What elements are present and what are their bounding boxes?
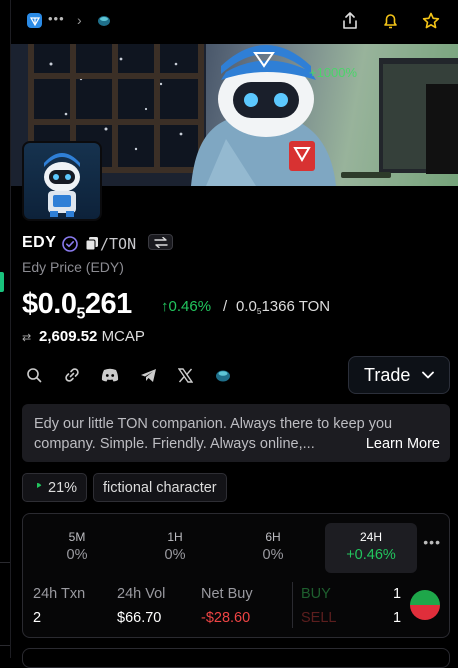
active-indicator xyxy=(0,272,4,292)
x-icon[interactable] xyxy=(176,366,194,384)
category-tag[interactable]: fictional character xyxy=(93,473,227,502)
discord-icon[interactable] xyxy=(101,366,119,384)
token-mini-icon[interactable] xyxy=(214,366,232,384)
tag-label: fictional character xyxy=(103,479,217,496)
token-mini-icon[interactable] xyxy=(97,14,111,27)
share-icon[interactable] xyxy=(339,10,361,32)
link-icon[interactable] xyxy=(63,366,81,384)
net-buy-label: Net Buy xyxy=(201,586,253,602)
star-icon[interactable] xyxy=(420,10,442,32)
edge-divider xyxy=(0,645,10,646)
progress-tag[interactable]: 21% xyxy=(22,473,88,502)
more-icon[interactable]: ••• xyxy=(48,11,65,26)
price-separator: / xyxy=(223,298,228,315)
price-change: ↑0.46% xyxy=(161,298,212,315)
swap-pair-button[interactable] xyxy=(148,234,173,250)
timeframe-value: 0% xyxy=(66,547,88,563)
sell-count: 1 xyxy=(393,610,402,626)
buy-label: BUY xyxy=(301,586,331,602)
timeframe-24h[interactable]: 24H +0.46% xyxy=(325,523,417,573)
trade-button[interactable]: Trade xyxy=(348,356,450,394)
timeframe-5m[interactable]: 5M 0% xyxy=(31,523,123,573)
token-panel: ••• › +1000% EDY /TON Edy Price (EDY) $0… xyxy=(10,0,458,668)
sell-label: SELL xyxy=(301,610,337,626)
timeframe-label: 5M xyxy=(68,530,86,544)
chevron-right-icon: › xyxy=(77,12,82,28)
ton-logo-icon[interactable] xyxy=(27,13,42,28)
timeframe-label: 6H xyxy=(265,530,281,544)
buy-count: 1 xyxy=(393,586,402,602)
timeframe-1h[interactable]: 1H 0% xyxy=(129,523,221,573)
swap-icon: ⇄ xyxy=(22,332,32,344)
banner-overlay-text: +1000% xyxy=(309,65,358,80)
token-avatar xyxy=(22,141,102,221)
timeframe-6h[interactable]: 6H 0% xyxy=(227,523,319,573)
buy-sell-ratio-icon xyxy=(410,590,440,620)
bell-icon[interactable] xyxy=(379,10,401,32)
stats-panel: 5M 0% 1H 0% 6H 0% 24H +0.46% ••• 24h Txn… xyxy=(22,513,450,638)
txn-label: 24h Txn xyxy=(33,586,86,602)
token-price: $0.05261 xyxy=(22,288,132,323)
verified-icon xyxy=(62,236,78,252)
chevron-down-icon xyxy=(422,371,434,379)
timeframe-label: 24H xyxy=(359,530,382,544)
volume-label: 24h Vol xyxy=(117,586,166,602)
learn-more-link[interactable]: Learn More xyxy=(359,434,440,454)
txn-value: 2 xyxy=(33,610,42,626)
progress-pie-icon xyxy=(37,482,42,488)
token-full-name: Edy Price (EDY) xyxy=(22,259,124,275)
description-text: Edy our little TON companion. Always the… xyxy=(34,416,393,452)
copy-icon[interactable] xyxy=(85,236,99,251)
next-panel xyxy=(22,648,450,668)
volume-value: $66.70 xyxy=(117,610,162,626)
top-bar: ••• › xyxy=(11,0,458,44)
market-cap: 2,609.52 MCAP xyxy=(39,328,145,345)
divider xyxy=(292,582,293,628)
timeframe-value: 0% xyxy=(164,547,186,563)
edge-divider xyxy=(0,562,10,563)
timeframe-value: 0% xyxy=(262,547,284,563)
telegram-icon[interactable] xyxy=(139,366,157,384)
search-icon[interactable] xyxy=(25,366,43,384)
timeframe-label: 1H xyxy=(167,530,183,544)
ton-price: 0.051366 TON xyxy=(236,298,331,316)
tag-label: 21% xyxy=(48,479,78,496)
token-description: Edy our little TON companion. Always the… xyxy=(22,404,450,462)
trade-label: Trade xyxy=(364,364,411,385)
timeframe-value: +0.46% xyxy=(346,547,396,563)
pair-quote: /TON xyxy=(100,235,137,253)
swap-icon xyxy=(153,236,168,248)
more-options-icon[interactable]: ••• xyxy=(423,534,441,550)
net-buy-value: -$28.60 xyxy=(201,610,251,626)
token-symbol: EDY xyxy=(22,234,57,251)
